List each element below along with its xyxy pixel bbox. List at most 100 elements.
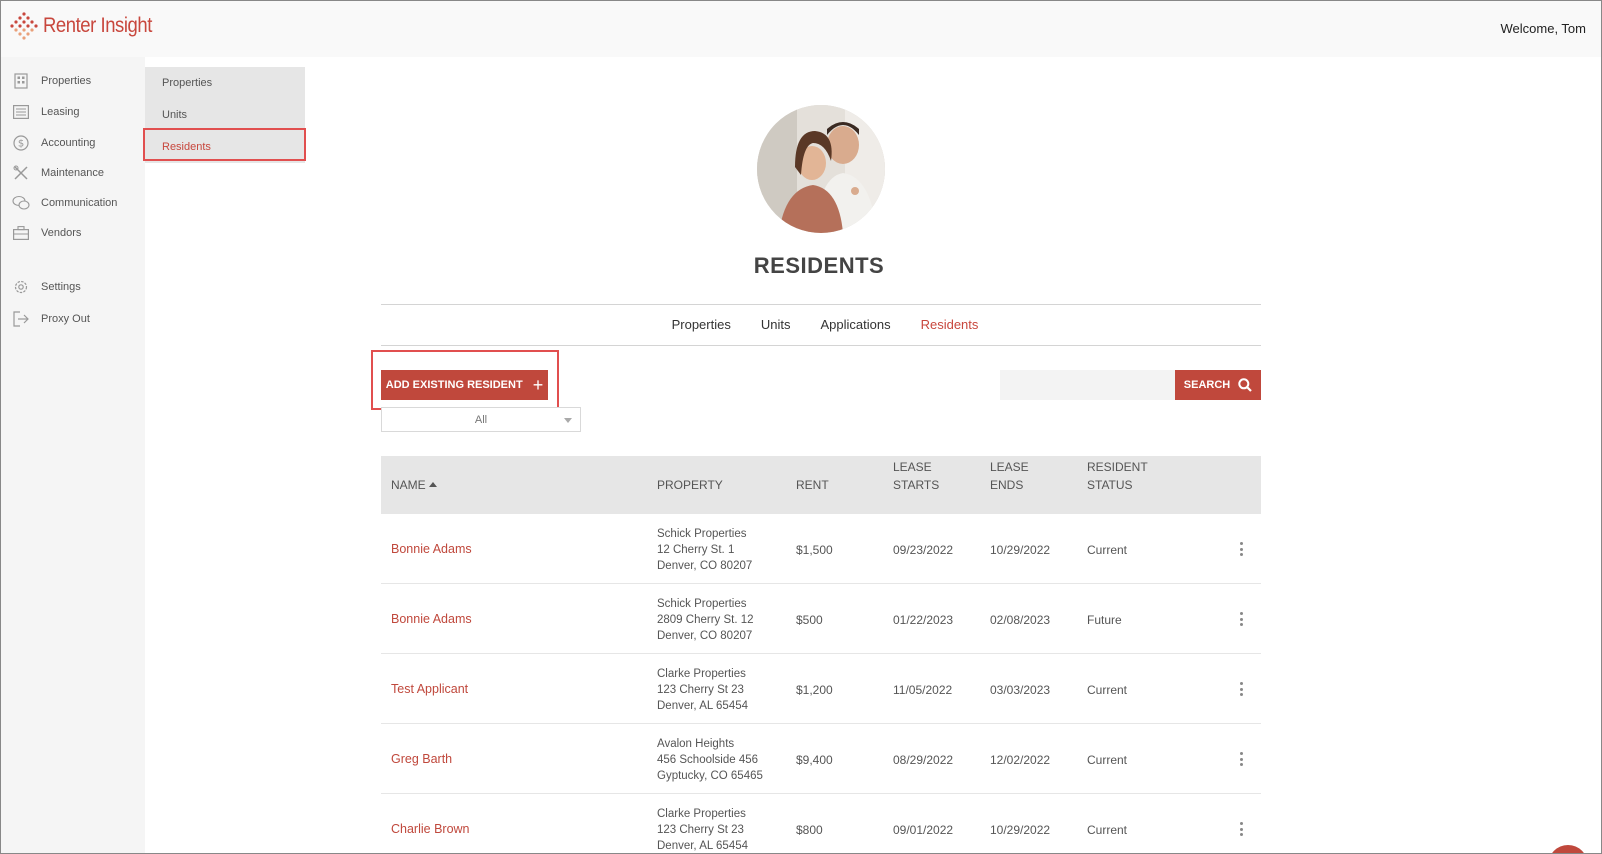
resident-name-link[interactable]: Greg Barth (391, 752, 452, 766)
property-line: Avalon Heights (657, 738, 735, 750)
divider-top (381, 304, 1261, 305)
property-line: Gyptucky, CO 65465 (657, 770, 763, 782)
subnav-item-residents[interactable]: Residents (162, 141, 211, 153)
sidebar-item-label: Leasing (41, 106, 80, 118)
sidebar-item-leasing[interactable]: Leasing (0, 99, 145, 125)
resident-name-link[interactable]: Test Applicant (391, 682, 468, 696)
tab-units[interactable]: Units (761, 317, 791, 332)
property-line: 12 Cherry St. 1 (657, 544, 735, 556)
header-line: STATUS (1087, 478, 1133, 492)
row-menu-kebab-icon[interactable] (1236, 609, 1246, 629)
lease-start-date: 01/22/2023 (893, 613, 954, 627)
property-address: Avalon Heights 456 Schoolside 456 Gyptuc… (657, 736, 763, 784)
table-row: Test Applicant Clarke Properties 123 Che… (381, 654, 1261, 724)
property-line: Clarke Properties (657, 668, 746, 680)
lease-start-date: 09/23/2022 (893, 543, 954, 557)
column-header-resident-status[interactable]: RESIDENT STATUS (1087, 458, 1148, 494)
row-menu-kebab-icon[interactable] (1236, 539, 1246, 559)
status-filter-select[interactable]: All (381, 407, 581, 432)
sidebar-item-properties[interactable]: Properties (0, 68, 145, 94)
list-icon (12, 103, 30, 121)
search-button[interactable]: SEARCH (1175, 370, 1261, 400)
table-row: Bonnie Adams Schick Properties 12 Cherry… (381, 514, 1261, 584)
search-input[interactable] (1000, 370, 1175, 400)
building-icon (12, 72, 30, 90)
sidebar-item-label: Proxy Out (41, 313, 90, 325)
property-address: Schick Properties 2809 Cherry St. 12 Den… (657, 596, 754, 644)
brand-logo[interactable]: Renter Insight (9, 11, 167, 41)
lease-end-date: 10/29/2022 (990, 543, 1051, 557)
page-title: RESIDENTS (753, 253, 885, 278)
section-tabs: Properties Units Applications Residents (381, 317, 1261, 332)
tools-icon (12, 164, 30, 182)
add-button-label: ADD EXISTING RESIDENT (385, 379, 523, 391)
column-header-rent[interactable]: RENT (796, 476, 829, 494)
tab-residents[interactable]: Residents (921, 317, 979, 332)
property-line: 2809 Cherry St. 12 (657, 614, 754, 626)
property-line: Denver, AL 65454 (657, 840, 749, 852)
tab-properties[interactable]: Properties (672, 317, 731, 332)
lease-end-date: 02/08/2023 (990, 613, 1051, 627)
row-menu-kebab-icon[interactable] (1236, 819, 1246, 839)
resident-status: Future (1087, 613, 1122, 627)
resident-name-link[interactable]: Charlie Brown (391, 822, 470, 836)
plus-icon: + (532, 375, 544, 395)
sidebar-item-accounting[interactable]: $ Accounting (0, 130, 145, 156)
svg-text:$: $ (18, 139, 24, 150)
add-existing-resident-button[interactable]: ADD EXISTING RESIDENT + (381, 370, 548, 400)
column-header-lease-starts[interactable]: LEASE STARTS (893, 458, 939, 494)
header-line: STARTS (893, 478, 940, 492)
top-header: Renter Insight Welcome, Tom (0, 0, 1602, 57)
lease-start-date: 09/01/2022 (893, 823, 954, 837)
briefcase-icon (12, 224, 30, 242)
divider-bottom (381, 345, 1261, 346)
property-line: Denver, CO 80207 (657, 630, 753, 642)
property-line: 123 Cherry St 23 (657, 824, 744, 836)
search-icon (1238, 378, 1252, 392)
column-header-name-label: NAME (391, 478, 426, 492)
header-line: LEASE (990, 460, 1029, 474)
lease-end-date: 10/29/2022 (990, 823, 1051, 837)
column-header-property[interactable]: PROPERTY (657, 476, 723, 494)
tab-applications[interactable]: Applications (820, 317, 890, 332)
rent-value: $800 (796, 823, 823, 837)
help-chat-button[interactable] (1548, 845, 1588, 854)
sidebar-item-label: Vendors (41, 227, 82, 239)
rent-value: $9,400 (796, 753, 833, 767)
row-menu-kebab-icon[interactable] (1236, 679, 1246, 699)
sidebar-item-label: Maintenance (41, 167, 104, 179)
resident-name-link[interactable]: Bonnie Adams (391, 612, 472, 626)
lease-end-date: 03/03/2023 (990, 683, 1051, 697)
sidebar-item-label: Settings (41, 281, 81, 293)
resident-status: Current (1087, 823, 1128, 837)
property-address: Schick Properties 12 Cherry St. 1 Denver… (657, 526, 752, 574)
row-menu-kebab-icon[interactable] (1236, 749, 1246, 769)
rent-value: $500 (796, 613, 823, 627)
property-address: Clarke Properties 123 Cherry St 23 Denve… (657, 666, 748, 714)
column-header-lease-ends[interactable]: LEASE ENDS (990, 458, 1029, 494)
resident-name-link[interactable]: Bonnie Adams (391, 542, 472, 556)
subnav-item-units[interactable]: Units (162, 109, 187, 121)
search-button-label: SEARCH (1183, 379, 1231, 391)
column-header-name[interactable]: NAME (391, 476, 437, 494)
property-line: 123 Cherry St 23 (657, 684, 744, 696)
table-row: Greg Barth Avalon Heights 456 Schoolside… (381, 724, 1261, 794)
header-line: ENDS (990, 478, 1024, 492)
chat-icon (12, 194, 30, 212)
resident-status: Current (1087, 753, 1128, 767)
sidebar-item-proxy-out[interactable]: Proxy Out (0, 306, 145, 332)
sidebar-item-vendors[interactable]: Vendors (0, 220, 145, 246)
header-line: RESIDENT (1087, 460, 1148, 474)
logo-diamond-icon (10, 12, 38, 40)
sidebar-item-maintenance[interactable]: Maintenance (0, 160, 145, 186)
table-header: NAME PROPERTY RENT LEASE STARTS LEASE EN… (381, 456, 1261, 514)
sidebar-item-communication[interactable]: Communication (0, 190, 145, 216)
subnav-item-properties[interactable]: Properties (162, 77, 212, 89)
property-line: Clarke Properties (657, 808, 746, 820)
lease-end-date: 12/02/2022 (990, 753, 1051, 767)
sidebar-item-label: Accounting (41, 137, 96, 149)
logout-icon (12, 310, 30, 328)
resident-status: Current (1087, 683, 1128, 697)
resident-status: Current (1087, 543, 1128, 557)
property-line: Denver, CO 80207 (657, 560, 753, 572)
